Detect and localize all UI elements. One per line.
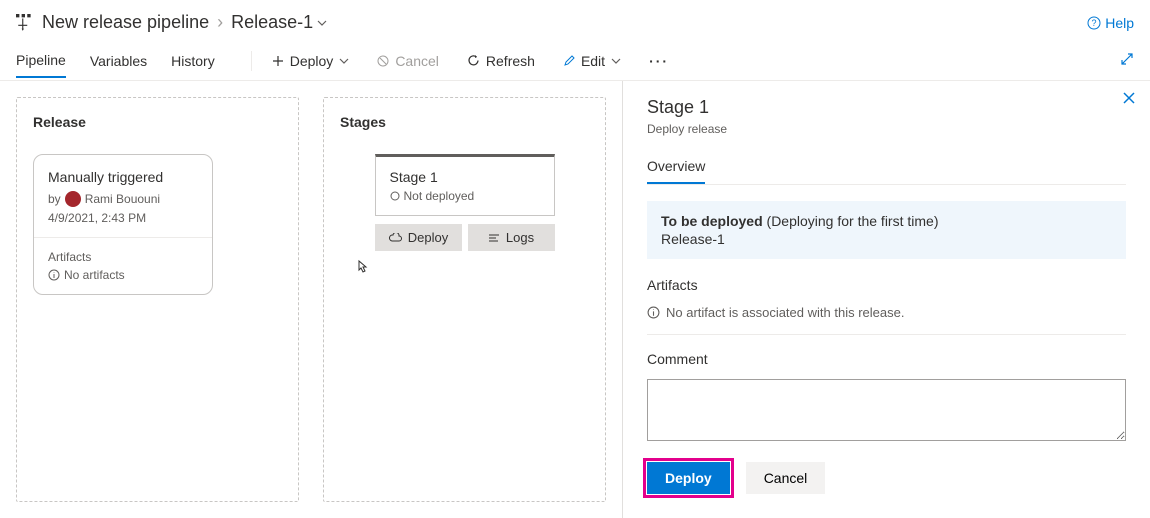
by-prefix: by: [48, 192, 61, 206]
close-icon[interactable]: [1122, 91, 1136, 110]
stages-panel-title: Stages: [340, 114, 589, 130]
no-artifacts: No artifacts: [48, 268, 198, 282]
deploy-confirm-button[interactable]: Deploy: [647, 462, 730, 494]
release-card[interactable]: Manually triggered by Rami Bououni 4/9/2…: [33, 154, 213, 295]
banner-release: Release-1: [661, 231, 1112, 247]
breadcrumb: New release pipeline › Release-1: [42, 12, 327, 33]
deploy-menu-label: Deploy: [290, 53, 334, 69]
release-panel-title: Release: [33, 114, 282, 130]
tab-variables[interactable]: Variables: [90, 45, 147, 77]
chevron-down-icon: [317, 18, 327, 28]
side-panel-tabs: Overview: [647, 152, 1126, 185]
side-panel-subtitle: Deploy release: [647, 122, 1126, 136]
release-card-by: by Rami Bououni: [48, 191, 198, 207]
help-link[interactable]: ? Help: [1087, 15, 1134, 31]
artifacts-empty-label: No artifact is associated with this rele…: [666, 305, 904, 320]
refresh-icon: [467, 54, 480, 67]
chevron-down-icon: [339, 56, 349, 66]
banner-bold: To be deployed: [661, 213, 763, 229]
avatar: [65, 191, 81, 207]
cancel-icon: [377, 55, 389, 67]
comment-title: Comment: [647, 351, 1126, 373]
release-card-title: Manually triggered: [48, 169, 198, 185]
circle-icon: [390, 191, 400, 201]
edit-menu-button[interactable]: Edit: [555, 49, 629, 73]
stage-card-status: Not deployed: [390, 189, 540, 203]
breadcrumb-separator: ›: [217, 12, 223, 33]
pipeline-icon: [16, 14, 34, 32]
chevron-down-icon: [611, 56, 621, 66]
info-icon: [647, 306, 660, 319]
banner-note: (Deploying for the first time): [767, 213, 939, 229]
main: Release Manually triggered by Rami Bouou…: [0, 81, 1150, 518]
by-user: Rami Bououni: [85, 192, 160, 206]
cloud-icon: [388, 233, 402, 243]
tab-history[interactable]: History: [171, 45, 215, 77]
side-panel-actions: Deploy Cancel: [647, 462, 1126, 494]
tabs-row: Pipeline Variables History Deploy Cancel…: [0, 41, 1150, 81]
artifacts-section: Artifacts No artifact is associated with…: [647, 277, 1126, 335]
artifacts-empty-text: No artifact is associated with this rele…: [647, 301, 1126, 320]
side-panel-title: Stage 1: [647, 97, 1126, 118]
breadcrumb-pipeline[interactable]: New release pipeline: [42, 12, 209, 33]
edit-label: Edit: [581, 53, 605, 69]
header: New release pipeline › Release-1 ? Help: [0, 0, 1150, 41]
plus-icon: [272, 55, 284, 67]
tab-pipeline[interactable]: Pipeline: [16, 44, 66, 78]
info-icon: [48, 269, 60, 281]
stage-status-text: Not deployed: [404, 189, 475, 203]
breadcrumb-release-label: Release-1: [231, 12, 313, 33]
deploy-menu-button[interactable]: Deploy: [264, 49, 358, 73]
deploy-side-panel: Stage 1 Deploy release Overview To be de…: [622, 81, 1150, 518]
refresh-label: Refresh: [486, 53, 535, 69]
help-icon: ?: [1087, 16, 1101, 30]
artifacts-label: Artifacts: [48, 250, 198, 264]
cancel-toolbar-label: Cancel: [395, 53, 439, 69]
stage-card-title: Stage 1: [390, 169, 540, 185]
comment-textarea[interactable]: [647, 379, 1126, 441]
logs-icon: [488, 233, 500, 243]
stage-logs-button[interactable]: Logs: [468, 224, 555, 251]
release-card-date: 4/9/2021, 2:43 PM: [48, 211, 198, 225]
artifacts-section-title: Artifacts: [647, 277, 1126, 295]
stage-deploy-button[interactable]: Deploy: [375, 224, 462, 251]
svg-text:?: ?: [1092, 18, 1097, 28]
more-button[interactable]: ···: [641, 49, 677, 73]
cancel-button[interactable]: Cancel: [746, 462, 826, 494]
breadcrumb-release[interactable]: Release-1: [231, 12, 327, 33]
stage-card[interactable]: Stage 1 Not deployed: [375, 154, 555, 216]
stage-deploy-label: Deploy: [408, 230, 448, 245]
no-artifacts-text: No artifacts: [64, 268, 125, 282]
stage-logs-label: Logs: [506, 230, 534, 245]
edit-icon: [563, 55, 575, 67]
stages-panel: Stages Stage 1 Not deployed Deploy: [323, 97, 606, 502]
expand-icon[interactable]: [1120, 52, 1134, 69]
help-label: Help: [1105, 15, 1134, 31]
cancel-toolbar-button: Cancel: [369, 49, 447, 73]
status-banner: To be deployed (Deploying for the first …: [647, 201, 1126, 259]
divider: [251, 51, 252, 71]
tab-overview[interactable]: Overview: [647, 152, 705, 184]
release-panel: Release Manually triggered by Rami Bouou…: [16, 97, 299, 502]
comment-section: Comment: [647, 351, 1126, 444]
left-pane: Release Manually triggered by Rami Bouou…: [0, 81, 622, 518]
refresh-button[interactable]: Refresh: [459, 49, 543, 73]
cursor-pointer-icon: [354, 264, 370, 280]
